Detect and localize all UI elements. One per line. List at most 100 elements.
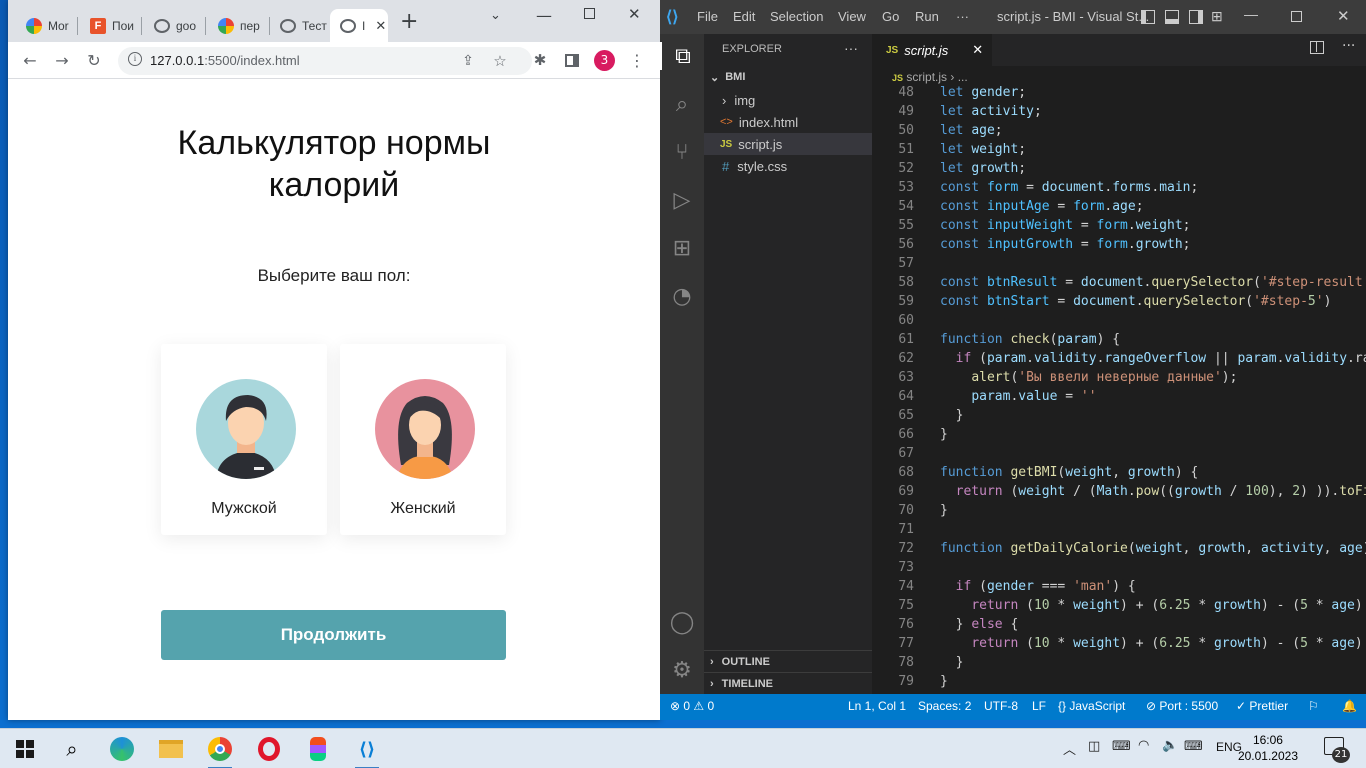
browser-tab-2[interactable]: F Пои (80, 9, 142, 42)
edge-icon[interactable] (108, 735, 136, 763)
close-editor-tab-icon[interactable]: ✕ (972, 42, 983, 58)
prettier-status[interactable]: ✓ Prettier (1236, 699, 1288, 713)
folder-bmi[interactable]: ⌄ BMI (704, 66, 872, 88)
side-panel-icon[interactable] (562, 50, 582, 70)
menu-view[interactable]: View (838, 9, 866, 24)
figma-icon[interactable] (304, 735, 332, 763)
outline-section[interactable]: › OUTLINE (704, 650, 872, 672)
bookmark-star-icon[interactable]: ☆ (490, 51, 510, 71)
browser-tab-3[interactable]: goo (144, 9, 206, 42)
close-tab-icon[interactable]: ✕ (375, 18, 386, 34)
line-number: 57 (898, 256, 914, 271)
code-line: 52 let growth; (872, 159, 1366, 178)
tab-search-icon[interactable]: ⌄ (490, 8, 501, 23)
share-icon[interactable]: ⇪ (458, 51, 478, 71)
profile-badge[interactable]: 3 (594, 50, 615, 71)
new-tab-button[interactable]: + (400, 11, 418, 33)
encoding-status[interactable]: UTF-8 (984, 699, 1018, 713)
js-file-icon: JS (720, 138, 733, 150)
menu-file[interactable]: File (697, 9, 718, 24)
timeline-section[interactable]: › TIMELINE (704, 672, 872, 694)
windows-start-icon[interactable] (11, 735, 39, 763)
line-number: 64 (898, 389, 914, 404)
extensions-icon[interactable]: ⊞ (668, 234, 696, 262)
breadcrumb-symbol[interactable]: ... (958, 70, 968, 84)
chrome-icon[interactable] (206, 735, 234, 768)
system-clock[interactable]: 16:06 20.01.2023 (1238, 732, 1298, 764)
menu-edit[interactable]: Edit (733, 9, 755, 24)
line-number: 55 (898, 218, 914, 233)
chevron-right-icon: › (710, 655, 714, 668)
edge-devtools-icon[interactable]: ◔ (668, 282, 696, 310)
menu-selection[interactable]: Selection (770, 9, 823, 24)
line-number: 70 (898, 503, 914, 518)
close-window-button[interactable]: ✕ (628, 5, 641, 23)
live-server-status[interactable]: ⊘ Port : 5500 (1146, 699, 1218, 713)
tree-item-index-html[interactable]: <> index.html (704, 111, 872, 133)
toggle-secondary-sidebar-icon[interactable] (1189, 10, 1203, 24)
explorer-icon[interactable]: ⧉ (660, 42, 704, 70)
info-icon[interactable]: i (128, 52, 142, 66)
back-arrow-icon[interactable]: ← (20, 50, 40, 70)
vscode-maximize-button[interactable] (1291, 11, 1302, 22)
tree-item-script-js[interactable]: JS script.js (704, 133, 872, 155)
continue-button[interactable]: Продолжить (161, 610, 506, 660)
editor-tab-script-js[interactable]: JS script.js ✕ (872, 34, 992, 66)
tree-item-img[interactable]: › img (704, 89, 872, 111)
show-hidden-icons-chevron-icon[interactable]: ︿ (1063, 739, 1076, 758)
maximize-button[interactable] (584, 8, 595, 19)
code-view[interactable]: 48 let gender; 49 let activity; 50 let age; 51… (872, 83, 1366, 694)
google-icon (26, 17, 42, 34)
reload-icon[interactable]: ↻ (84, 50, 104, 70)
language-status[interactable]: {} JavaScript (1058, 699, 1125, 713)
editor-more-icon[interactable]: ··· (1342, 38, 1355, 54)
menu-go[interactable]: Go (882, 9, 899, 24)
vscode-close-button[interactable]: ✕ (1337, 7, 1350, 25)
vscode-taskbar-icon[interactable]: ⟨⟩ (353, 735, 381, 768)
notifications-bell-icon[interactable]: 🔔 (1342, 699, 1357, 713)
forward-arrow-icon[interactable]: → (52, 50, 72, 70)
cursor-position[interactable]: Ln 1, Col 1 (848, 699, 906, 713)
browser-tab-5[interactable]: Тест (270, 9, 332, 42)
search-icon[interactable]: ⌕ (58, 735, 86, 763)
feedback-icon[interactable]: ⚐ (1308, 699, 1319, 713)
code-text: } (940, 674, 948, 689)
problems-status[interactable]: ⊗ 0 ⚠ 0 (670, 699, 714, 713)
search-icon[interactable]: ⌕ (668, 90, 696, 118)
ime-icon[interactable]: ⌨ (1112, 739, 1131, 754)
source-control-icon[interactable]: ⑂ (668, 138, 696, 166)
vscode-minimize-button[interactable]: — (1244, 6, 1258, 22)
customize-layout-icon[interactable]: ⊞ (1211, 8, 1223, 25)
wifi-icon[interactable]: ◠ (1138, 738, 1149, 753)
menu-more[interactable]: ··· (956, 9, 969, 24)
more-menu-icon[interactable]: ⋮ (627, 50, 647, 70)
tree-item-style-css[interactable]: # style.css (704, 155, 872, 177)
meet-now-icon[interactable]: ◫ (1088, 739, 1100, 754)
address-bar[interactable]: i 127.0.0.1:5500/index.html ⇪ ☆ (118, 47, 532, 75)
browser-tab-1[interactable]: Mor (16, 9, 78, 42)
volume-icon[interactable]: 🔈 (1162, 738, 1178, 753)
minimize-button[interactable]: — (536, 6, 552, 25)
toggle-sidebar-icon[interactable] (1141, 10, 1155, 24)
breadcrumb-file[interactable]: script.js (906, 70, 947, 84)
explorer-more-icon[interactable]: ··· (844, 40, 858, 56)
code-text: const form = document.forms.main; (940, 180, 1199, 195)
keyboard-icon[interactable]: ⌨ (1184, 739, 1203, 754)
account-icon[interactable]: ◯ (668, 608, 696, 636)
gender-card-female[interactable]: Женский (340, 344, 506, 535)
line-number: 77 (898, 636, 914, 651)
settings-gear-icon[interactable]: ⚙ (668, 656, 696, 684)
eol-status[interactable]: LF (1032, 699, 1046, 713)
run-debug-icon[interactable]: ▷ (668, 186, 696, 214)
opera-icon[interactable] (255, 735, 283, 763)
indentation-status[interactable]: Spaces: 2 (918, 699, 971, 713)
split-editor-icon[interactable] (1310, 41, 1324, 54)
file-explorer-icon[interactable] (157, 735, 185, 763)
extensions-icon[interactable]: ✱ (530, 50, 550, 70)
menu-run[interactable]: Run (915, 9, 939, 24)
toggle-panel-icon[interactable] (1165, 10, 1179, 24)
gender-card-male[interactable]: Мужской (161, 344, 327, 535)
editor-area: JS script.js ✕ ··· JS script.js › ... 48… (872, 34, 1366, 694)
browser-tab-4[interactable]: пер (208, 9, 270, 42)
browser-tab-active[interactable]: І ✕ (330, 9, 388, 42)
